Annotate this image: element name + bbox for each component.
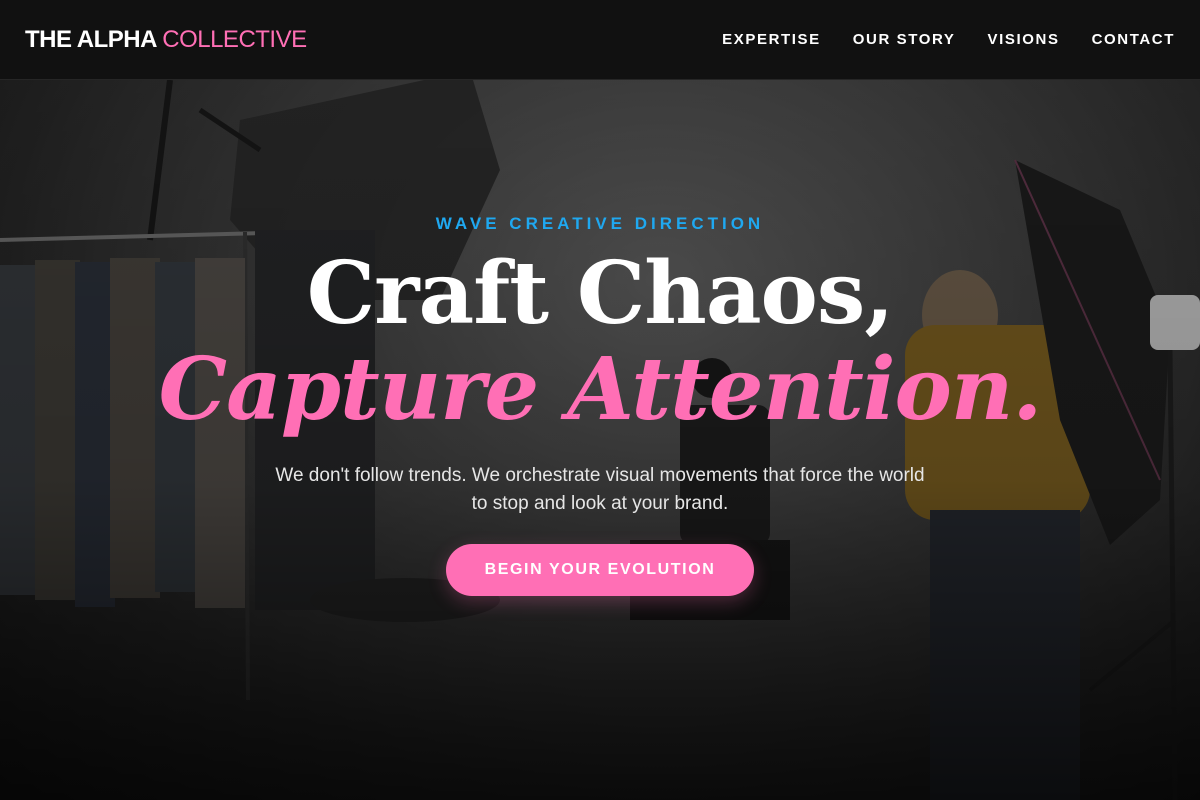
nav-link-visions[interactable]: VISIONS xyxy=(988,31,1060,48)
brand-name-accent: COLLECTIVE xyxy=(162,25,307,53)
hero-headline-line1: Craft Chaos, xyxy=(306,243,895,344)
hero-headline-line2: Capture Attention. xyxy=(158,339,1043,440)
nav-link-expertise[interactable]: EXPERTISE xyxy=(722,31,821,48)
brand-name-primary: THE ALPHA xyxy=(25,25,157,53)
begin-evolution-button[interactable]: BEGIN YOUR EVOLUTION xyxy=(446,544,754,596)
brand-logo[interactable]: THE ALPHA COLLECTIVE xyxy=(25,26,307,54)
nav-link-our-story[interactable]: OUR STORY xyxy=(853,31,956,48)
nav-link-contact[interactable]: CONTACT xyxy=(1092,31,1175,48)
main-navigation: EXPERTISE OUR STORY VISIONS CONTACT xyxy=(722,31,1175,48)
hero-section: WAVE CREATIVE DIRECTION Craft Chaos, Cap… xyxy=(0,80,1200,800)
hero-subtext: We don't follow trends. We orchestrate v… xyxy=(275,465,925,514)
hero-eyebrow: WAVE CREATIVE DIRECTION xyxy=(435,214,765,233)
site-header: THE ALPHA COLLECTIVE EXPERTISE OUR STORY… xyxy=(0,0,1200,80)
